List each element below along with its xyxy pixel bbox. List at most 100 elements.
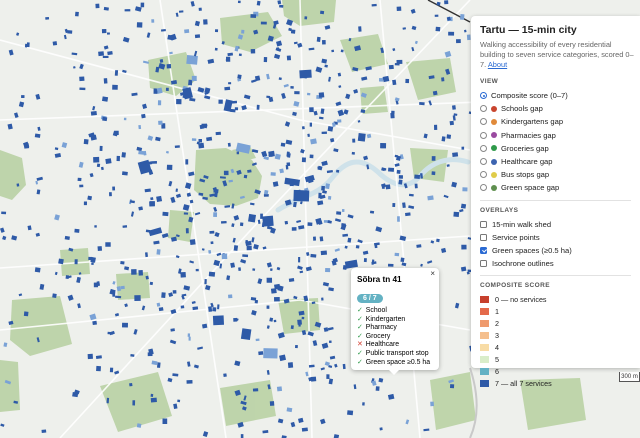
- building-footprint[interactable]: [268, 150, 275, 158]
- building-footprint[interactable]: [214, 29, 219, 33]
- building-footprint[interactable]: [291, 227, 297, 231]
- building-footprint[interactable]: [237, 0, 241, 4]
- building-footprint[interactable]: [221, 220, 227, 224]
- building-footprint[interactable]: [83, 138, 89, 145]
- building-footprint[interactable]: [23, 143, 30, 149]
- building-footprint[interactable]: [380, 142, 387, 149]
- building-footprint[interactable]: [228, 82, 232, 85]
- building-footprint[interactable]: [187, 333, 191, 337]
- building-footprint[interactable]: [309, 122, 312, 127]
- building-footprint[interactable]: [274, 296, 280, 302]
- building-footprint[interactable]: [396, 6, 402, 11]
- building-footprint[interactable]: [101, 28, 107, 34]
- building-footprint[interactable]: [294, 91, 300, 95]
- building-footprint[interactable]: [95, 3, 100, 9]
- building-footprint[interactable]: [400, 257, 405, 263]
- building-footprint[interactable]: [358, 26, 362, 32]
- building-footprint[interactable]: [252, 268, 256, 271]
- building-footprint[interactable]: [318, 92, 325, 98]
- building-footprint[interactable]: [402, 202, 406, 209]
- building-footprint[interactable]: [102, 55, 109, 58]
- building-footprint[interactable]: [460, 203, 467, 209]
- building-footprint[interactable]: [199, 124, 205, 130]
- building-footprint[interactable]: [166, 164, 173, 171]
- building-footprint[interactable]: [156, 195, 163, 203]
- building-footprint[interactable]: [223, 373, 227, 377]
- view-option[interactable]: Green space gap: [480, 181, 640, 194]
- building-footprint[interactable]: [106, 397, 110, 404]
- building-footprint[interactable]: [161, 292, 166, 298]
- building-footprint[interactable]: [189, 239, 196, 246]
- building-footprint[interactable]: [177, 399, 181, 403]
- building-footprint[interactable]: [394, 63, 400, 66]
- building-footprint[interactable]: [387, 263, 394, 267]
- building-footprint[interactable]: [337, 119, 342, 123]
- building-footprint[interactable]: [286, 151, 290, 157]
- building-footprint[interactable]: [462, 187, 468, 192]
- view-option[interactable]: Bus stops gap: [480, 168, 640, 181]
- building-footprint[interactable]: [269, 401, 275, 406]
- building-footprint[interactable]: [431, 171, 436, 176]
- building-footprint[interactable]: [305, 198, 309, 201]
- building-footprint[interactable]: [301, 316, 305, 320]
- building-footprint[interactable]: [319, 236, 324, 242]
- building-footprint[interactable]: [241, 29, 245, 34]
- building-footprint[interactable]: [347, 410, 354, 416]
- building-footprint[interactable]: [124, 9, 131, 12]
- building-footprint[interactable]: [208, 271, 216, 277]
- building-footprint[interactable]: [347, 237, 352, 243]
- building-footprint[interactable]: [266, 305, 270, 309]
- building-footprint[interactable]: [434, 14, 439, 17]
- building-footprint[interactable]: [34, 267, 41, 273]
- building-footprint[interactable]: [129, 382, 133, 387]
- building-footprint[interactable]: [186, 54, 198, 65]
- building-footprint[interactable]: [121, 171, 128, 176]
- building-footprint[interactable]: [96, 365, 101, 372]
- building-footprint[interactable]: [138, 150, 145, 155]
- building-footprint[interactable]: [23, 311, 29, 317]
- view-radio[interactable]: [480, 171, 487, 179]
- building-footprint[interactable]: [396, 169, 401, 174]
- building-footprint[interactable]: [233, 317, 238, 322]
- building-footprint[interactable]: [432, 90, 438, 96]
- building-footprint[interactable]: [179, 10, 184, 13]
- building-footprint[interactable]: [191, 138, 197, 141]
- building-footprint[interactable]: [188, 79, 193, 86]
- building-footprint[interactable]: [159, 59, 164, 63]
- building-footprint[interactable]: [427, 195, 434, 201]
- building-footprint[interactable]: [325, 268, 331, 273]
- building-footprint[interactable]: [238, 267, 242, 271]
- building-footprint[interactable]: [357, 132, 366, 142]
- building-footprint[interactable]: [156, 302, 161, 307]
- building-footprint[interactable]: [150, 397, 157, 403]
- building-footprint[interactable]: [136, 423, 142, 428]
- building-footprint[interactable]: [198, 7, 202, 11]
- building-footprint[interactable]: [149, 281, 154, 286]
- building-footprint[interactable]: [449, 384, 455, 389]
- view-option[interactable]: Composite score (0–7): [480, 89, 640, 102]
- view-radio[interactable]: [480, 131, 487, 139]
- building-footprint[interactable]: [188, 336, 191, 341]
- building-footprint[interactable]: [263, 194, 269, 197]
- building-footprint[interactable]: [210, 241, 214, 245]
- building-footprint[interactable]: [109, 367, 114, 373]
- building-footprint[interactable]: [122, 225, 128, 228]
- building-footprint[interactable]: [351, 151, 355, 155]
- building-footprint[interactable]: [270, 288, 277, 294]
- building-footprint[interactable]: [228, 294, 233, 299]
- building-footprint[interactable]: [309, 154, 314, 159]
- building-footprint[interactable]: [212, 315, 225, 326]
- building-footprint[interactable]: [342, 265, 347, 270]
- building-footprint[interactable]: [295, 344, 298, 349]
- building-footprint[interactable]: [326, 374, 330, 379]
- view-radio[interactable]: [480, 105, 487, 113]
- building-footprint[interactable]: [180, 305, 185, 309]
- building-footprint[interactable]: [381, 186, 385, 189]
- building-footprint[interactable]: [375, 386, 380, 391]
- building-footprint[interactable]: [217, 304, 220, 310]
- building-footprint[interactable]: [208, 306, 213, 312]
- building-footprint[interactable]: [112, 186, 116, 191]
- building-footprint[interactable]: [150, 393, 154, 397]
- building-footprint[interactable]: [213, 188, 219, 194]
- view-radio[interactable]: [480, 118, 487, 126]
